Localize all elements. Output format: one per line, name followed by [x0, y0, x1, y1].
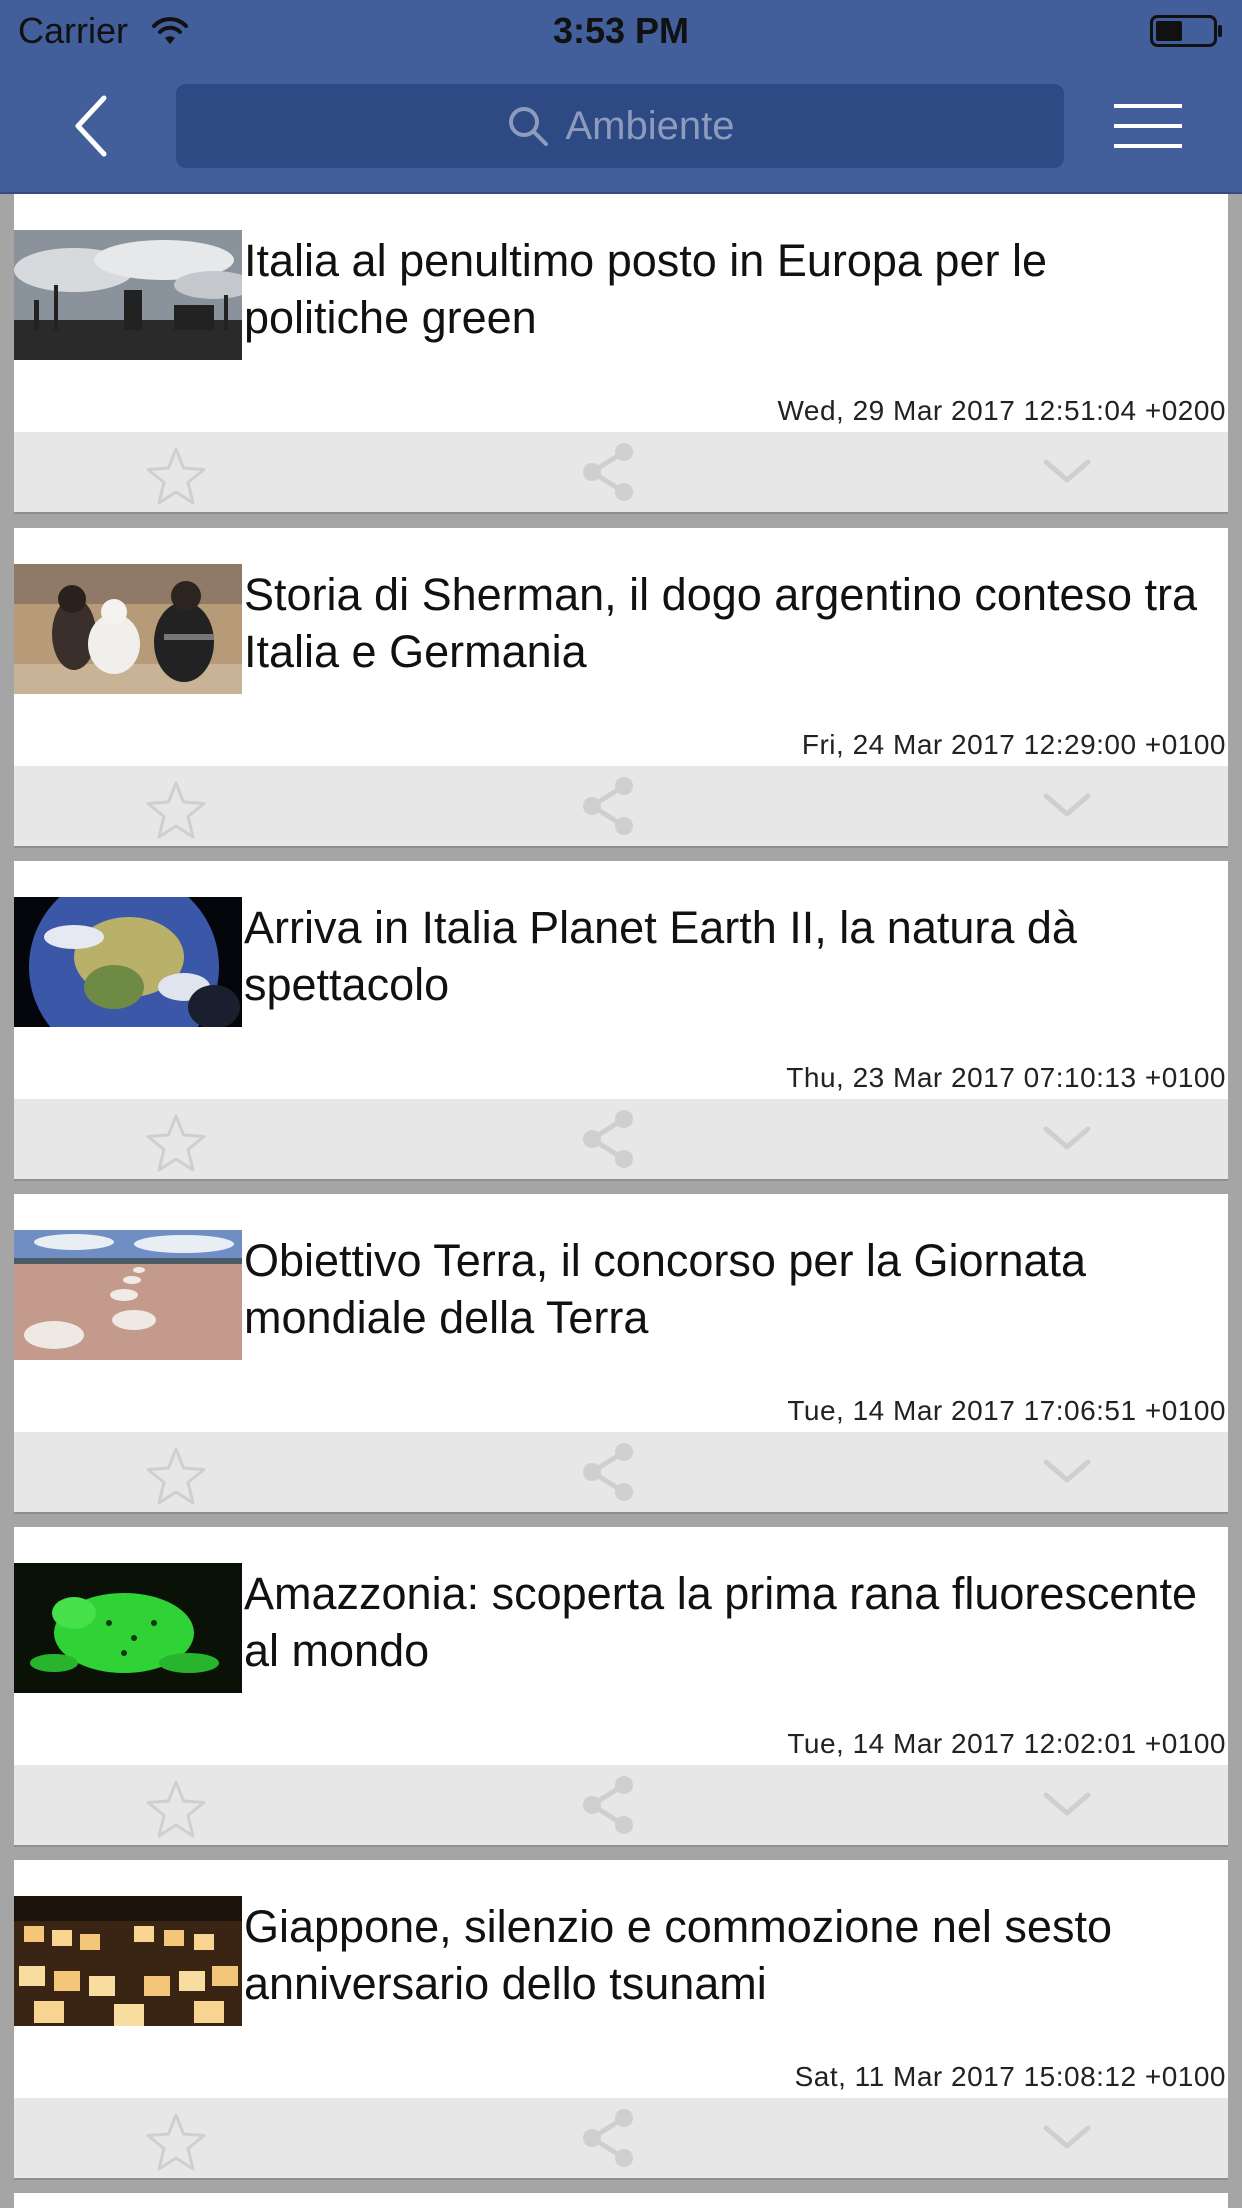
article-card[interactable]: Giappone, silenzio e commozione nel sest…	[14, 1860, 1228, 2180]
share-icon[interactable]	[580, 1775, 636, 1835]
status-time: 3:53 PM	[552, 10, 690, 51]
star-outline-icon[interactable]	[144, 1113, 208, 1173]
star-outline-icon[interactable]	[144, 780, 208, 840]
article-title[interactable]: Giappone, silenzio e commozione nel sest…	[244, 1898, 1224, 2012]
article-thumbnail[interactable]	[14, 230, 242, 360]
app-screen: Carrier 3:53 PM Ambiente Italia al penul…	[0, 0, 1242, 2208]
article-card[interactable]: Obiettivo Terra, il concorso per la Gior…	[14, 1194, 1228, 1514]
article-date: Wed, 29 Mar 2017 12:51:04 +0200	[777, 395, 1226, 426]
chevron-down-icon[interactable]	[1042, 1123, 1092, 1153]
search-icon	[508, 107, 548, 146]
share-icon[interactable]	[580, 2108, 636, 2168]
article-title[interactable]: Arriva in Italia Planet Earth II, la nat…	[244, 899, 1224, 1013]
back-button[interactable]	[60, 90, 130, 160]
article-title[interactable]: Amazzonia: scoperta la prima rana fluore…	[244, 1565, 1224, 1679]
article-date: Sat, 11 Mar 2017 15:08:12 +0100	[794, 2061, 1226, 2092]
article-thumbnail[interactable]	[14, 897, 242, 1027]
battery-icon	[1150, 15, 1222, 47]
article-card[interactable]: Arriva in Italia Planet Earth II, la nat…	[14, 861, 1228, 1181]
menu-button[interactable]	[1114, 100, 1182, 152]
article-action-bar	[14, 432, 1228, 512]
search-field-content: Ambiente	[176, 84, 1064, 168]
navigation-bar: Ambiente	[0, 62, 1242, 192]
article-card[interactable]: Storia di Sherman, il dogo argentino con…	[14, 528, 1228, 848]
article-action-bar	[14, 2098, 1228, 2178]
paper-lanterns-image	[14, 1896, 242, 2026]
article-date: Tue, 14 Mar 2017 12:02:01 +0100	[787, 1728, 1226, 1759]
article-date: Thu, 23 Mar 2017 07:10:13 +0100	[786, 1062, 1226, 1093]
article-action-bar	[14, 1765, 1228, 1845]
article-date: Fri, 24 Mar 2017 12:29:00 +0100	[801, 729, 1226, 760]
article-card[interactable]: Italia al penultimo posto in Europa per …	[14, 194, 1228, 514]
status-bar: Carrier 3:53 PM	[0, 0, 1242, 62]
article-action-bar	[14, 1432, 1228, 1512]
star-outline-icon[interactable]	[144, 2112, 208, 2172]
article-action-bar	[14, 1099, 1228, 1179]
article-thumbnail[interactable]	[14, 1896, 242, 2026]
article-date: Tue, 14 Mar 2017 17:06:51 +0100	[787, 1395, 1226, 1426]
share-icon[interactable]	[580, 1442, 636, 1502]
article-thumbnail[interactable]	[14, 564, 242, 694]
article-card-partial[interactable]	[14, 2193, 1228, 2208]
fluorescent-frog-image	[14, 1563, 242, 1693]
industrial-skyline-image	[14, 230, 242, 360]
chevron-down-icon[interactable]	[1042, 1789, 1092, 1819]
star-outline-icon[interactable]	[144, 1779, 208, 1839]
chevron-down-icon[interactable]	[1042, 790, 1092, 820]
search-field[interactable]: Ambiente	[176, 84, 1064, 168]
share-icon[interactable]	[580, 1109, 636, 1169]
article-card[interactable]: Amazzonia: scoperta la prima rana fluore…	[14, 1527, 1228, 1847]
planet-earth-image	[14, 897, 242, 1027]
chevron-left-icon	[75, 95, 107, 157]
chevron-down-icon[interactable]	[1042, 1456, 1092, 1486]
chevron-down-icon[interactable]	[1042, 2122, 1092, 2152]
news-feed[interactable]: Italia al penultimo posto in Europa per …	[0, 194, 1242, 2208]
top-header: Carrier 3:53 PM Ambiente	[0, 0, 1242, 194]
search-placeholder: Ambiente	[565, 103, 735, 148]
people-with-dog-image	[14, 564, 242, 694]
share-icon[interactable]	[580, 442, 636, 502]
article-title[interactable]: Obiettivo Terra, il concorso per la Gior…	[244, 1232, 1224, 1346]
article-thumbnail[interactable]	[14, 1563, 242, 1693]
star-outline-icon[interactable]	[144, 1446, 208, 1506]
star-outline-icon[interactable]	[144, 446, 208, 506]
chevron-down-icon[interactable]	[1042, 456, 1092, 486]
hamburger-menu-icon	[1114, 104, 1182, 148]
article-thumbnail[interactable]	[14, 1230, 242, 1360]
salt-flat-image	[14, 1230, 242, 1360]
article-title[interactable]: Storia di Sherman, il dogo argentino con…	[244, 566, 1224, 680]
share-icon[interactable]	[580, 776, 636, 836]
article-title[interactable]: Italia al penultimo posto in Europa per …	[244, 232, 1224, 346]
article-action-bar	[14, 766, 1228, 846]
